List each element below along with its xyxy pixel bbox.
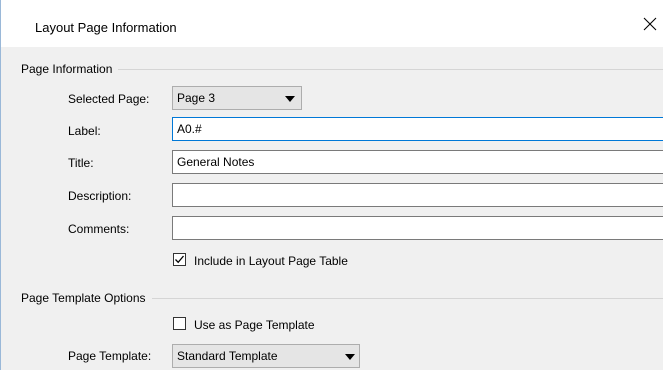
dialog-title: Layout Page Information [35,20,177,35]
use-as-page-template-label[interactable]: Use as Page Template [194,318,315,332]
include-in-layout-page-table-checkbox[interactable] [173,253,186,266]
close-button[interactable] [636,10,663,38]
title-input-value: General Notes [177,155,255,169]
comments-field-label: Comments: [68,222,130,236]
selected-page-value: Page 3 [177,91,216,105]
comments-input[interactable] [172,216,663,240]
selected-page-label: Selected Page: [68,92,150,106]
close-icon [643,17,657,31]
label-field-label: Label: [68,124,101,138]
title-input[interactable]: General Notes [172,150,663,174]
label-input-value: A0.# [177,122,202,136]
checkmark-icon [175,255,184,264]
description-input[interactable] [172,183,663,207]
chevron-down-icon [285,96,295,102]
template-options-group-label: Page Template Options [21,291,152,305]
title-field-label: Title: [68,156,94,170]
layout-page-information-dialog: Layout Page Information Page Information… [0,0,663,370]
use-as-page-template-checkbox[interactable] [173,317,186,330]
include-in-layout-page-table-label[interactable]: Include in Layout Page Table [194,254,348,268]
page-template-value: Standard Template [177,349,278,363]
label-input[interactable]: A0.# [172,117,663,141]
dialog-titlebar: Layout Page Information [1,0,663,47]
page-information-group-label: Page Information [21,62,119,76]
description-field-label: Description: [68,189,132,203]
page-template-label: Page Template: [68,349,152,363]
selected-page-dropdown[interactable]: Page 3 [172,86,302,110]
chevron-down-icon [345,354,355,360]
page-template-dropdown[interactable]: Standard Template [172,344,360,368]
